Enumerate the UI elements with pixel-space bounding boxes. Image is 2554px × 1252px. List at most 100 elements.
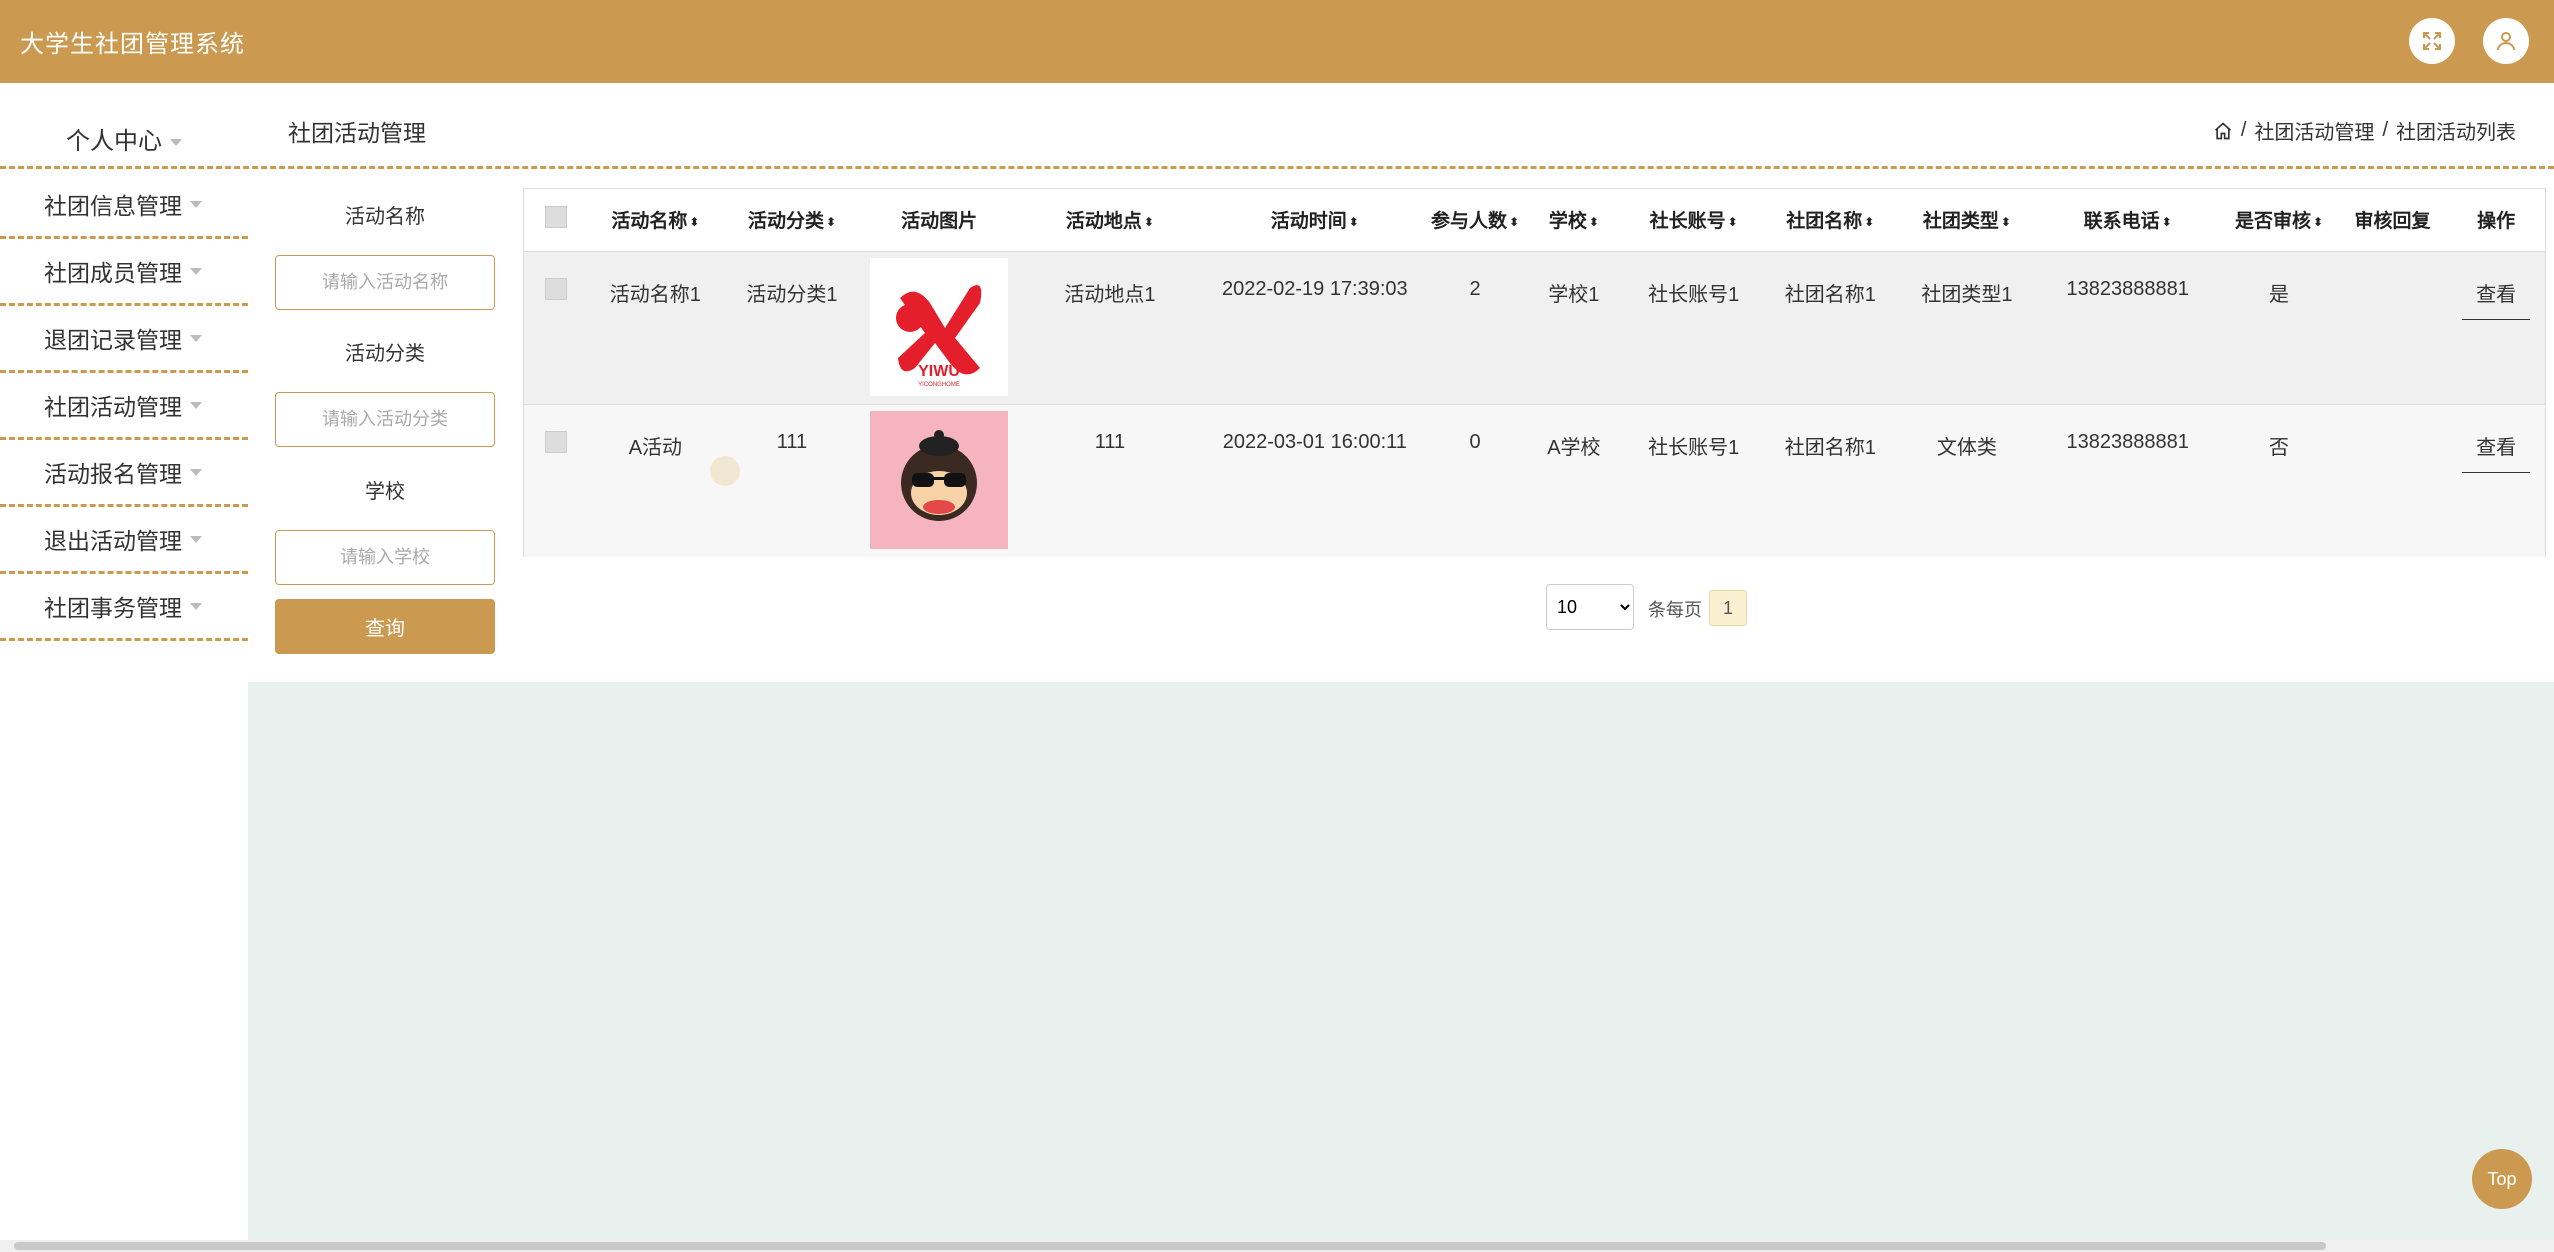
search-button[interactable]: 查询	[275, 599, 495, 654]
search-label-activity-name: 活动名称	[345, 206, 425, 228]
cell-club-name: 社团名称1	[1784, 283, 1876, 306]
school-input[interactable]	[275, 530, 495, 585]
cell-leader-account: 社长账号1	[1648, 283, 1740, 306]
cell-actions: 查看	[2447, 251, 2545, 404]
sidebar-item-club-members[interactable]: 社团成员管理	[0, 239, 248, 306]
logo-main-text: YIWU	[918, 363, 960, 380]
header-activity-category[interactable]: 活动分类 ⬍	[724, 189, 861, 251]
sidebar-item-label: 退团记录管理	[44, 327, 182, 353]
cell-phone: 13823888881	[2066, 430, 2189, 453]
page-number-button[interactable]: 1	[1709, 590, 1747, 626]
sidebar-item-club-affairs[interactable]: 社团事务管理	[0, 574, 248, 641]
cell-activity-name: 活动名称1	[609, 283, 701, 306]
sidebar-item-label: 社团事务管理	[44, 595, 182, 621]
sidebar-item-label: 社团信息管理	[44, 193, 182, 219]
cell-club-type: 社团类型1	[1921, 283, 2013, 306]
cell-audit-reply	[2338, 251, 2447, 404]
caret-down-icon	[190, 602, 202, 610]
sidebar-item-quit-activities[interactable]: 退出活动管理	[0, 507, 248, 574]
cell-activity-name: A活动	[628, 436, 683, 459]
page-title: 社团活动管理	[288, 120, 426, 146]
cell-leader-account: 社长账号1	[1648, 436, 1740, 459]
cell-school: A学校	[1547, 436, 1601, 459]
top-bar: 大学生社团管理系统	[0, 0, 2554, 83]
sidebar-head-personal-center[interactable]: 个人中心	[0, 121, 248, 156]
header-leader-account[interactable]: 社长账号 ⬍	[1625, 189, 1762, 251]
search-label-school: 学校	[365, 481, 405, 503]
sidebar-item-label: 社团活动管理	[44, 394, 182, 420]
cell-club-name: 社团名称1	[1784, 436, 1876, 459]
cell-activity-location: 111	[1094, 430, 1126, 453]
header-activity-time[interactable]: 活动时间 ⬍	[1202, 189, 1428, 251]
horizontal-scrollbar[interactable]	[0, 1240, 2554, 1252]
activity-table: 活动名称 ⬍ 活动分类 ⬍ 活动图片 活动地点 ⬍ 活动时间 ⬍ 参与人数 ⬍ 学校 ⬍ 社…	[523, 188, 2546, 557]
caret-down-icon	[190, 535, 202, 543]
fullscreen-icon[interactable]	[2409, 18, 2455, 64]
cell-activity-category: 活动分类1	[746, 283, 838, 306]
table-header-row: 活动名称 ⬍ 活动分类 ⬍ 活动图片 活动地点 ⬍ 活动时间 ⬍ 参与人数 ⬍ 学校 ⬍ 社…	[524, 189, 2545, 251]
per-page-label: 条每页	[1648, 600, 1702, 620]
caret-down-icon	[170, 139, 182, 147]
sidebar-item-label: 退出活动管理	[44, 528, 182, 554]
cell-activity-image: YIWU YICONGHOME	[860, 251, 1018, 404]
caret-down-icon	[190, 401, 202, 409]
sidebar-head-label: 个人中心	[66, 128, 162, 155]
cell-participant-count: 0	[1469, 430, 1481, 453]
sidebar-item-club-info[interactable]: 社团信息管理	[0, 172, 248, 239]
logo-sub-text: YICONGHOME	[918, 382, 960, 388]
table-row: 活动名称1 活动分类1 YIWU YICONGHOME 活动地点1 2022-0…	[524, 251, 2545, 404]
header-school[interactable]: 学校 ⬍	[1522, 189, 1625, 251]
sidebar-item-activity-signup[interactable]: 活动报名管理	[0, 440, 248, 507]
sidebar: 个人中心 社团信息管理 社团成员管理 退团记录管理 社团活动管理 活动报名管理 …	[0, 83, 248, 1252]
sidebar-item-quit-records[interactable]: 退团记录管理	[0, 306, 248, 373]
yiwu-logo-image[interactable]: YIWU YICONGHOME	[870, 257, 1009, 396]
scrollbar-thumb[interactable]	[14, 1242, 2326, 1250]
caret-down-icon	[190, 200, 202, 208]
user-icon[interactable]	[2483, 18, 2529, 64]
home-icon[interactable]	[2213, 121, 2233, 141]
page-size-select[interactable]: 10	[1546, 584, 1634, 630]
row-checkbox[interactable]	[524, 251, 587, 404]
cell-activity-image	[860, 404, 1018, 557]
monkey-cartoon-image[interactable]	[870, 410, 1009, 549]
header-activity-image: 活动图片	[901, 211, 978, 233]
breadcrumb-separator: /	[2382, 119, 2388, 141]
breadcrumb-item[interactable]: 社团活动管理	[2254, 116, 2374, 145]
header-audited[interactable]: 是否审核 ⬍	[2220, 189, 2338, 251]
cell-school: 学校1	[1548, 283, 1600, 306]
header-activity-location[interactable]: 活动地点 ⬍	[1018, 189, 1202, 251]
header-divider	[0, 166, 2554, 169]
table-row: A活动 111 111 2022-03-01 16:00:11 0 A学校 社长…	[524, 404, 2545, 557]
view-button[interactable]: 查看	[2462, 431, 2531, 473]
breadcrumb-item: 社团活动列表	[2396, 122, 2516, 144]
caret-down-icon	[190, 267, 202, 275]
cell-activity-time: 2022-02-19 17:39:03	[1221, 277, 1408, 300]
activity-name-input[interactable]	[275, 255, 495, 310]
row-checkbox[interactable]	[524, 404, 587, 557]
cell-club-type: 文体类	[1936, 436, 1997, 459]
back-to-top-button[interactable]: Top	[2472, 1149, 2532, 1209]
header-participant-count[interactable]: 参与人数 ⬍	[1428, 189, 1523, 251]
header-actions: 操作	[2477, 211, 2516, 233]
breadcrumb: / 社团活动管理 / 社团活动列表	[2213, 116, 2516, 145]
breadcrumb-separator: /	[2240, 119, 2247, 141]
content-footer-area	[248, 682, 2554, 1240]
header-club-type[interactable]: 社团类型 ⬍	[1899, 189, 2036, 251]
cell-audited: 是	[2269, 283, 2290, 306]
sidebar-item-club-activities[interactable]: 社团活动管理	[0, 373, 248, 440]
sidebar-item-label: 社团成员管理	[44, 260, 182, 286]
cell-actions: 查看	[2447, 404, 2545, 557]
search-label-activity-category: 活动分类	[345, 343, 425, 365]
app-title: 大学生社团管理系统	[20, 31, 245, 58]
activity-category-input[interactable]	[275, 392, 495, 447]
view-button[interactable]: 查看	[2462, 278, 2531, 320]
cell-activity-time: 2022-03-01 16:00:11	[1222, 430, 1407, 453]
header-activity-name[interactable]: 活动名称 ⬍	[587, 189, 724, 251]
select-all-checkbox[interactable]	[524, 189, 587, 251]
cell-audit-reply	[2338, 404, 2447, 557]
header-audit-reply: 审核回复	[2354, 211, 2431, 233]
cell-participant-count: 2	[1469, 277, 1481, 300]
header-club-name[interactable]: 社团名称 ⬍	[1762, 189, 1899, 251]
header-phone[interactable]: 联系电话 ⬍	[2035, 189, 2220, 251]
cell-activity-location: 活动地点1	[1064, 283, 1156, 306]
